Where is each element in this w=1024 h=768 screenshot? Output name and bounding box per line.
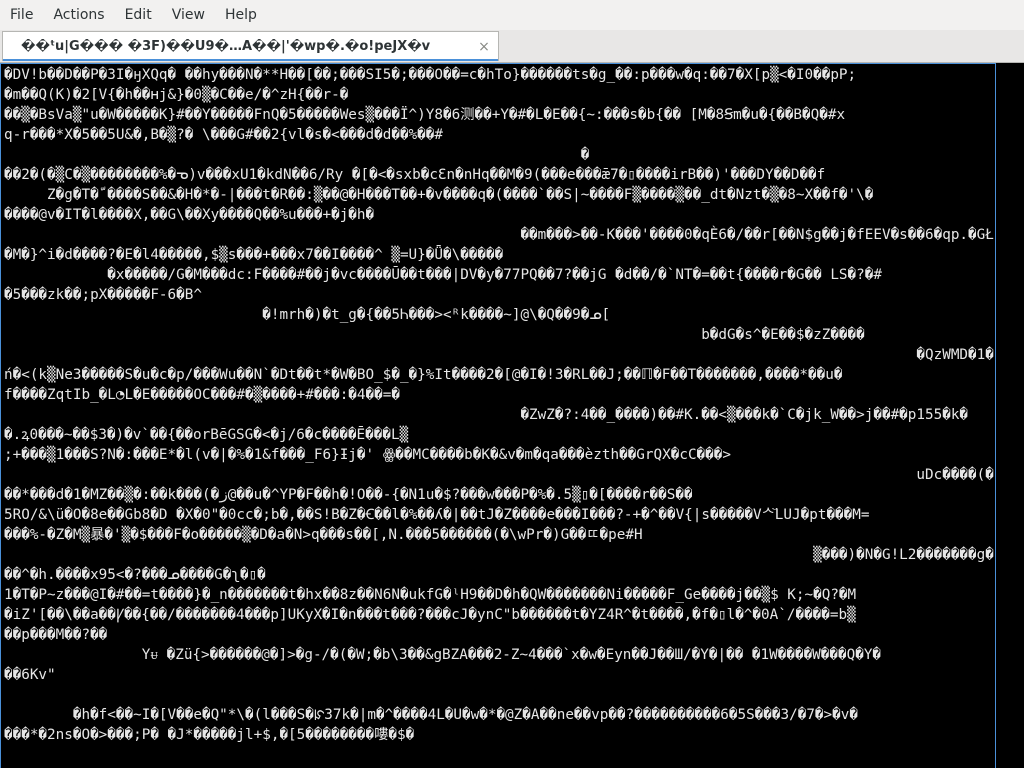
terminal-line: Z�g�T�ﹼ����S��&�H�*�-|���t�R��:▒��@�H���… (4, 187, 874, 203)
terminal-line: q-r���*X�5��5U&�,B�▒?� \���G#��2{vl�s�<�… (4, 127, 443, 143)
terminal-line: Yᵾ �Zü{>������@�]>�g-/�(�W;�b\3��&gBZA��… (4, 647, 882, 663)
tab-terminal[interactable]: ��ᵗu|G��� �3F)��U9�…A��|'�wp�.�o!peJX�v … (2, 31, 499, 61)
terminal-line: ▒���)�N�G!L2�������g��_+ꞎ� (4, 547, 994, 563)
terminal-line: ��2�(�▒C�▒��������%�ᓀ)v���xU1�kdN��6/Ry … (4, 167, 826, 183)
terminal-line: �iZ'[��\��a��Ꝩ��{��/�������4���p]UKyX�I�… (4, 607, 856, 623)
terminal-line: ��^�h.����x95<�?���ᓄ����G�ʅ�▯� (4, 567, 266, 583)
terminal-line: �h�f<��~I�[V��e�Q"*\�(l���S�ꡯ37k�|m�^���… (4, 707, 858, 723)
terminal-window: File Actions Edit View Help ��ᵗu|G��� �3… (0, 0, 1024, 768)
terminal-line: �!mrh�)�t_g�{��5Ꮒ���><ᴿk����~]@\�Q��9�ᓄ[ (4, 307, 611, 323)
terminal-line: uDc����(��V�kpt�2 (4, 467, 994, 483)
menu-bar: File Actions Edit View Help (0, 0, 1024, 30)
tab-title: ��ᵗu|G��� �3F)��U9�…A��|'�wp�.�o!peJX�v (21, 39, 431, 54)
terminal-line: b�dG�s^�E��$�zZ���� (4, 327, 865, 343)
terminal-line: 1�T�P~z���@I�#��=t����}�_n�������t�hx��8… (4, 587, 857, 603)
terminal-line: ;+���▒1���S?N�:���E*�l(v�|�%�1&f���_F6}Ɨ… (4, 447, 731, 463)
terminal-line: ����@v�IT�l����X,��G\��Xy����Q��%u���+�j… (4, 207, 375, 223)
terminal-output[interactable]: �DV!b��D��P�3I�ӈXQq� ��hy���N�**H��[��;�… (0, 63, 1024, 768)
terminal-line: �.ꝝ0���~��$3�)�v`��{��orBēGSG�<�j/6�c���… (4, 427, 409, 443)
terminal-line: �5���zk��;pX�����F-6�B^ (4, 287, 202, 303)
tab-bar: ��ᵗu|G��� �3F)��U9�…A��|'�wp�.�o!peJX�v … (0, 30, 1024, 63)
terminal-scrollbar[interactable] (996, 63, 1024, 768)
terminal-line: �x�����/G�M���dc:F����#��j�vc����Ū��t���… (4, 267, 882, 283)
terminal-line: � (4, 147, 590, 163)
menu-edit[interactable]: Edit (115, 0, 162, 30)
terminal-line: ��p���M��?�� (4, 627, 108, 643)
close-icon[interactable]: × (470, 33, 498, 61)
menu-actions[interactable]: Actions (43, 0, 114, 30)
terminal-line: ��m���>��-K���'����0�qÈ6�/��r[��N$g��j�f… (4, 227, 994, 243)
terminal-line: �M�}^i�d����?�E�l4�����,$▒s���+���x7��I�… (4, 247, 504, 263)
menu-help[interactable]: Help (215, 0, 267, 30)
terminal-line: 5RO/&\ü�O�8e��Gb8�D �X�0"�0cc�;b�,��S!B�… (4, 507, 870, 523)
terminal-line: ��▒�BsVa▒"u�W�����K}#��Y�����FnQ�5�����W… (4, 107, 846, 123)
terminal-line: �DV!b��D��P�3I�ӈXQq� ��hy���N�**H��[��;�… (4, 67, 857, 83)
terminal-line: �QzWMD�1����{�o� (4, 347, 994, 363)
terminal-line: ��*���d�1�MZ��▒�:��k���(�ز@��u�^YP�F��h�… (4, 487, 693, 503)
terminal-line: f����ZqtIb_�L◔L�E�����OC���#�▒����+#���:… (4, 387, 400, 403)
terminal-line: ń�<(k▒Ne3�����S�u�c�p/���Wu��N`�Dt��t*�W… (4, 367, 843, 383)
terminal-text: �DV!b��D��P�3I�ӈXQq� ��hy���N�**H��[��;�… (4, 65, 994, 745)
tab-active-indicator (3, 59, 498, 61)
menu-file[interactable]: File (0, 0, 43, 30)
terminal-line: ���%-�Z�M▒暴�'▒�$���F�o�����▒�D�a�N>q���s… (4, 527, 643, 543)
terminal-line: ��6Kv" (4, 667, 56, 683)
terminal-line: �m��Q(K)�2[V{�h��ʜj&}�0▒�C��e/�^zH{��r-� (4, 87, 349, 103)
terminal-line: ���*�2ns�O�>���;P� �J*�����jl+$,�[5�����… (4, 727, 415, 743)
terminal-line: �ZwZ�?:4��_����)��#K.��<▒���k�`C�jk_W��>… (4, 407, 969, 423)
menu-view[interactable]: View (162, 0, 215, 30)
